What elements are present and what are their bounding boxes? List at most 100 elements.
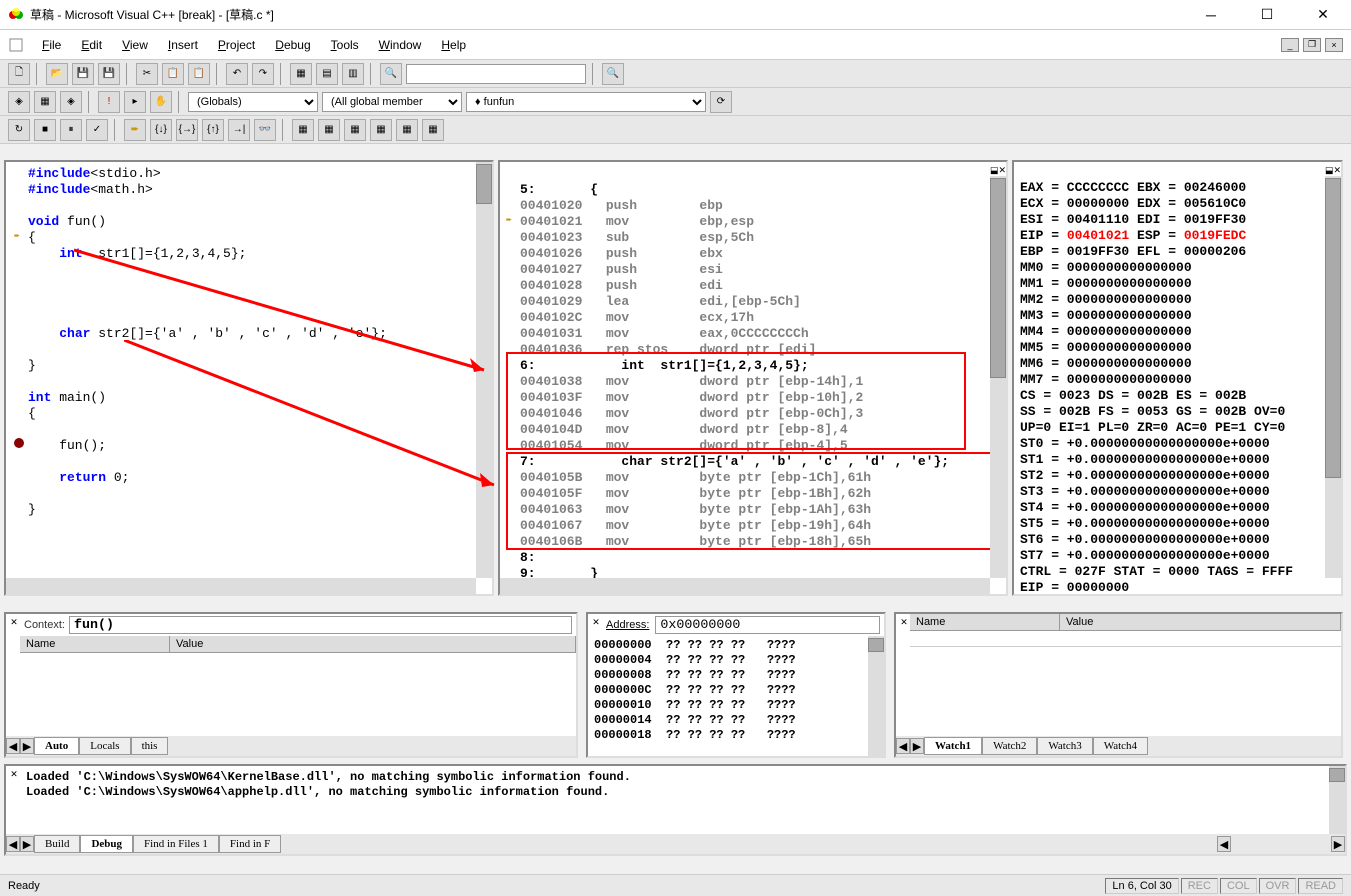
- nav-button[interactable]: ⟳: [710, 91, 732, 113]
- out-scroll-left-icon[interactable]: ◀: [1217, 836, 1231, 852]
- save-button[interactable]: 💾: [72, 63, 94, 85]
- run-to-cursor-button[interactable]: →|: [228, 119, 250, 141]
- watch-tab-prev-icon[interactable]: ◀: [896, 738, 910, 754]
- tab-build[interactable]: Build: [34, 835, 80, 853]
- break-all-button[interactable]: ⏸: [60, 119, 82, 141]
- tab-next-icon[interactable]: ▶: [20, 738, 34, 754]
- scope-combo[interactable]: (Globals): [188, 92, 318, 112]
- save-all-button[interactable]: 💾: [98, 63, 120, 85]
- step-into-button[interactable]: {↓}: [150, 119, 172, 141]
- memory-button[interactable]: ▦: [370, 119, 392, 141]
- source-panel[interactable]: #include<stdio.h>#include<math.h> void f…: [4, 160, 494, 596]
- menu-edit[interactable]: Edit: [71, 34, 112, 56]
- step-out-button[interactable]: {↑}: [202, 119, 224, 141]
- break-button[interactable]: ✋: [150, 91, 172, 113]
- mdi-close[interactable]: ×: [1325, 38, 1343, 52]
- out-tab-next-icon[interactable]: ▶: [20, 836, 34, 852]
- menu-help[interactable]: Help: [431, 34, 476, 56]
- col-value: Value: [170, 636, 576, 652]
- registers-panel[interactable]: ⬓✕ EAX = CCCCCCCC EBX = 00246000ECX = 00…: [1012, 160, 1343, 596]
- tab-find2[interactable]: Find in F: [219, 835, 281, 853]
- disasm-close-icon[interactable]: ⬓✕: [992, 164, 1004, 176]
- mdi-minimize[interactable]: _: [1281, 38, 1299, 52]
- out-tab-prev-icon[interactable]: ◀: [6, 836, 20, 852]
- stop-debug-button[interactable]: ■: [34, 119, 56, 141]
- output-scrollbar-v[interactable]: [1329, 766, 1345, 838]
- execute-button[interactable]: !: [98, 91, 120, 113]
- address-input[interactable]: [655, 616, 880, 634]
- menu-bar: FFileile Edit View Insert Project Debug …: [0, 30, 1351, 60]
- apply-button[interactable]: ✓: [86, 119, 108, 141]
- maximize-button[interactable]: ☐: [1247, 3, 1287, 27]
- output-close-icon[interactable]: ✕: [8, 768, 20, 780]
- callstack-button[interactable]: ▦: [396, 119, 418, 141]
- restart-button[interactable]: ↻: [8, 119, 30, 141]
- menu-debug[interactable]: Debug: [265, 34, 320, 56]
- toolbar-wizard: ◈ ▦ ◈ ! ▸ ✋ (Globals) (All global member…: [0, 88, 1351, 116]
- source-scrollbar-v[interactable]: [476, 162, 492, 578]
- watch-col-value: Value: [1060, 614, 1341, 630]
- tab-watch2[interactable]: Watch2: [982, 737, 1037, 755]
- status-ovr: OVR: [1259, 878, 1297, 894]
- quickwatch-button[interactable]: 👓: [254, 119, 276, 141]
- menu-file[interactable]: FFileile: [32, 34, 71, 56]
- disassembly-panel[interactable]: ⬓✕ 5: {00401020 push ebp➨00401021 mov eb…: [498, 160, 1008, 596]
- source-scrollbar-h[interactable]: [6, 578, 476, 594]
- go-button[interactable]: ▸: [124, 91, 146, 113]
- tab-watch1[interactable]: Watch1: [924, 737, 982, 755]
- disasm-scrollbar-v[interactable]: [990, 176, 1006, 578]
- mem-close-icon[interactable]: ✕: [590, 616, 602, 628]
- watch-button[interactable]: ▦: [292, 119, 314, 141]
- tab-watch4[interactable]: Watch4: [1093, 737, 1148, 755]
- show-next-button[interactable]: ➨: [124, 119, 146, 141]
- tab-prev-icon[interactable]: ◀: [6, 738, 20, 754]
- stop-build-button[interactable]: ◈: [60, 91, 82, 113]
- mem-scrollbar-v[interactable]: [868, 636, 884, 756]
- tab-watch3[interactable]: Watch3: [1037, 737, 1092, 755]
- open-button[interactable]: 📂: [46, 63, 68, 85]
- members-combo[interactable]: (All global member: [322, 92, 462, 112]
- undo-button[interactable]: ↶: [226, 63, 248, 85]
- window-list-button[interactable]: ▥: [342, 63, 364, 85]
- tab-auto[interactable]: Auto: [34, 737, 79, 755]
- menu-view[interactable]: View: [112, 34, 158, 56]
- tab-debug[interactable]: Debug: [80, 835, 133, 853]
- output-button[interactable]: ▤: [316, 63, 338, 85]
- find-button[interactable]: 🔍: [380, 63, 402, 85]
- find-combo[interactable]: [406, 64, 586, 84]
- redo-button[interactable]: ↷: [252, 63, 274, 85]
- copy-button[interactable]: 📋: [162, 63, 184, 85]
- watch-tab-next-icon[interactable]: ▶: [910, 738, 924, 754]
- context-combo[interactable]: [69, 616, 572, 634]
- reg-close-icon[interactable]: ⬓✕: [1327, 164, 1339, 176]
- out-scroll-right-icon[interactable]: ▶: [1331, 836, 1345, 852]
- disasm-button[interactable]: ▦: [422, 119, 444, 141]
- compile-button[interactable]: ◈: [8, 91, 30, 113]
- menu-tools[interactable]: Tools: [321, 34, 369, 56]
- new-button[interactable]: 🗋: [8, 63, 30, 85]
- func-combo[interactable]: ♦ funfun: [466, 92, 706, 112]
- registers-button[interactable]: ▦: [344, 119, 366, 141]
- tab-find1[interactable]: Find in Files 1: [133, 835, 219, 853]
- mdi-restore[interactable]: ❐: [1303, 38, 1321, 52]
- minimize-button[interactable]: ─: [1191, 3, 1231, 27]
- tab-locals[interactable]: Locals: [79, 737, 130, 755]
- close-button[interactable]: ✕: [1303, 3, 1343, 27]
- cut-button[interactable]: ✂: [136, 63, 158, 85]
- paste-button[interactable]: 📋: [188, 63, 210, 85]
- workspace-button[interactable]: ▦: [290, 63, 312, 85]
- reg-scrollbar-v[interactable]: [1325, 176, 1341, 578]
- disasm-scrollbar-h[interactable]: [500, 578, 990, 594]
- watch-close-icon[interactable]: ✕: [898, 616, 910, 628]
- search-button[interactable]: 🔍: [602, 63, 624, 85]
- menu-project[interactable]: Project: [208, 34, 265, 56]
- vars-close-icon[interactable]: ✕: [8, 616, 20, 628]
- step-over-button[interactable]: {→}: [176, 119, 198, 141]
- variables-button[interactable]: ▦: [318, 119, 340, 141]
- build-button[interactable]: ▦: [34, 91, 56, 113]
- menu-window[interactable]: Window: [369, 34, 432, 56]
- tab-this[interactable]: this: [131, 737, 169, 755]
- variables-panel: ✕ Context: Name Value ◀ ▶ Auto Locals th…: [4, 612, 578, 758]
- menu-insert[interactable]: Insert: [158, 34, 208, 56]
- watch-row-empty[interactable]: [910, 631, 1341, 647]
